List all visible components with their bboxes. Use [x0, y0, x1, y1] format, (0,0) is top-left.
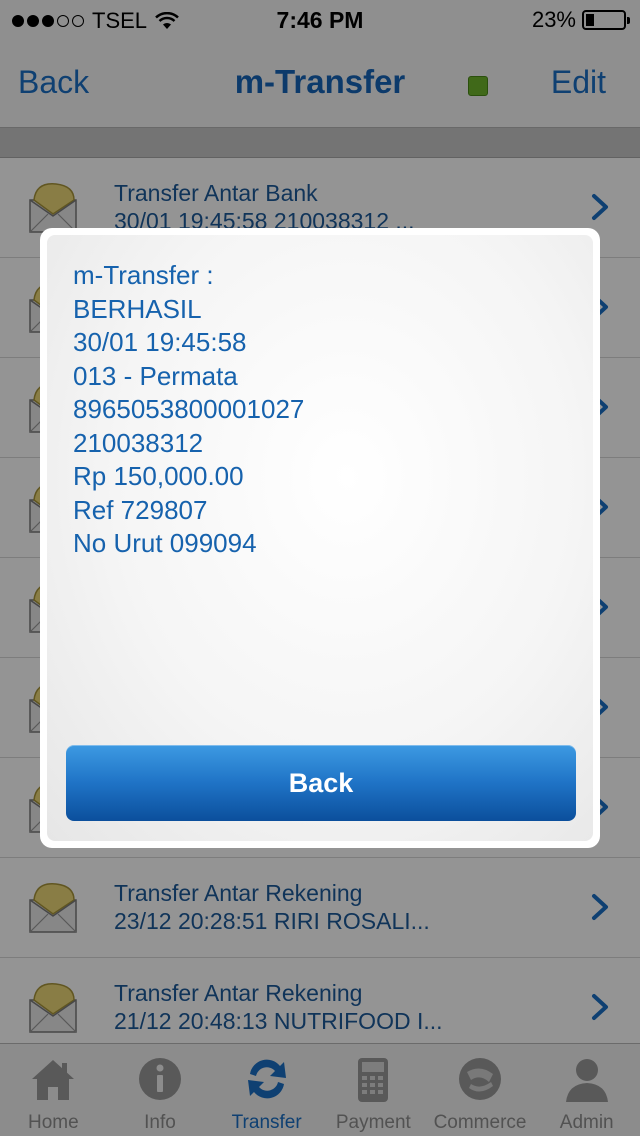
dialog-line-bank: 013 - Permata: [73, 360, 238, 391]
dialog-back-button[interactable]: Back: [66, 745, 576, 821]
dialog-line-amount: Rp 150,000.00: [73, 461, 244, 491]
dialog-line-sequence: No Urut 099094: [73, 528, 257, 558]
dialog-line-status: BERHASIL: [73, 293, 202, 324]
dialog-line-header: m-Transfer :: [73, 260, 214, 290]
dialog-line-id: 210038312: [73, 427, 204, 458]
dialog-line-datetime: 30/01 19:45:58: [73, 327, 247, 357]
dialog-body: m-Transfer : BERHASIL 30/01 19:45:58 013…: [47, 235, 593, 841]
transfer-result-dialog: m-Transfer : BERHASIL 30/01 19:45:58 013…: [40, 228, 600, 848]
dialog-line-ref: Ref 729807: [73, 494, 208, 525]
dialog-message: m-Transfer : BERHASIL 30/01 19:45:58 013…: [73, 259, 304, 561]
dialog-line-account: 8965053800001027: [73, 394, 305, 424]
